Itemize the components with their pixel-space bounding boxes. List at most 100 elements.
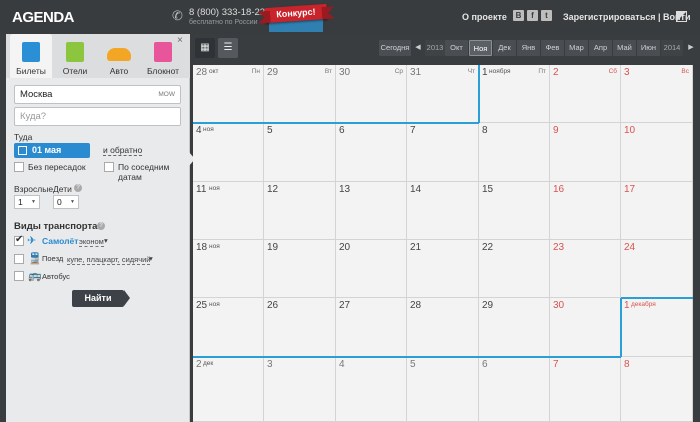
month-boundary [193,356,621,358]
day-cell[interactable]: 20 [336,240,407,298]
day-cell[interactable]: 24 [621,240,693,298]
train-label: Поезд [42,254,64,263]
day-number: 4 [196,125,202,136]
day-cell[interactable]: 16 [550,182,621,240]
day-cell[interactable]: 25 ноя [193,298,264,357]
auth-links[interactable]: Зарегистрироваться | Войти [563,12,690,22]
day-cell[interactable]: 28 окт Пн [193,65,264,123]
month-button[interactable]: Янв [517,40,540,56]
day-cell[interactable]: 2 Сб [550,65,621,123]
month-label: ноя [209,243,220,250]
month-button[interactable]: Фев [541,40,564,56]
day-cell[interactable]: 23 [550,240,621,298]
train-icon: 🚆 [28,253,42,265]
day-cell[interactable]: 3 [264,357,336,422]
tab-cars[interactable]: Авто [98,34,140,78]
logo[interactable]: AGENDA [12,9,75,26]
day-cell[interactable]: 9 [550,123,621,182]
vk-icon[interactable]: В [513,10,524,21]
help-icon[interactable]: ? [97,222,105,230]
weekday-label: Чт [467,68,475,75]
day-cell[interactable]: 29 Вт [264,65,336,123]
chevron-down-icon[interactable]: ▾ [149,254,153,263]
month-button[interactable]: Дек [493,40,516,56]
train-checkbox[interactable] [14,254,24,264]
list-view-icon[interactable]: ☰ [218,38,238,58]
fold-icon[interactable] [676,11,687,22]
month-button[interactable]: Апр [589,40,612,56]
day-cell[interactable]: 27 [336,298,407,357]
day-cell[interactable]: 14 [407,182,479,240]
day-cell[interactable]: 31 Чт [407,65,479,123]
day-cell[interactable]: 5 [407,357,479,422]
month-button[interactable]: Мар [565,40,588,56]
day-cell[interactable]: 30 Ср [336,65,407,123]
to-input[interactable] [20,111,175,122]
chevron-down-icon[interactable]: ▾ [104,236,108,245]
month-label: ноя [209,301,220,308]
children-select[interactable]: 0 [53,195,79,209]
month-button[interactable]: Июн [637,40,660,56]
month-button[interactable]: Май [613,40,636,56]
prev-year-button[interactable]: 2013 [425,40,445,56]
train-classes[interactable]: купе, плацкарт, сидячий [67,255,151,265]
day-cell[interactable]: 10 [621,123,693,182]
day-cell[interactable]: 30 [550,298,621,357]
day-cell[interactable]: 7 [550,357,621,422]
nearby-checkbox[interactable] [104,162,114,172]
from-field[interactable]: Москва MOW [14,85,181,104]
day-cell[interactable]: 4 [336,357,407,422]
tab-tickets[interactable]: Билеты [10,34,52,78]
day-cell[interactable]: 15 [479,182,550,240]
day-cell[interactable]: 11 ноя [193,182,264,240]
day-cell[interactable]: 8 [621,357,693,422]
day-cell[interactable]: 1 декабря [621,298,693,357]
day-cell[interactable]: 6 [479,357,550,422]
day-cell[interactable]: 22 [479,240,550,298]
close-icon[interactable]: × [177,35,183,46]
month-button[interactable]: Ноя [469,40,492,56]
prev-arrow-icon[interactable]: ◀ [413,40,423,56]
next-arrow-icon[interactable]: ▶ [686,40,696,56]
day-cell[interactable]: 2 дек [193,357,264,422]
day-cell[interactable]: 19 [264,240,336,298]
day-cell[interactable]: 26 [264,298,336,357]
tab-hotels[interactable]: Отели [54,34,96,78]
plane-checkbox[interactable] [14,234,24,246]
day-number: 8 [624,359,630,370]
today-button[interactable]: Сегодня [379,40,411,56]
plane-class[interactable]: эконом [79,237,104,247]
day-cell[interactable]: 1 ноября Пт [479,65,550,123]
facebook-icon[interactable]: f [527,10,538,21]
calendar-view-icon[interactable]: ▦ [195,38,215,58]
day-cell[interactable]: 21 [407,240,479,298]
find-button[interactable]: Найти [72,290,130,307]
adults-select[interactable]: 1 [14,195,40,209]
bus-checkbox[interactable] [14,271,24,281]
twitter-icon[interactable]: t [541,10,552,21]
day-cell[interactable]: 3 Вс [621,65,693,123]
direct-checkbox[interactable] [14,162,24,172]
to-field[interactable] [14,107,181,126]
depart-date-button[interactable]: 01 мая [14,143,90,158]
day-cell[interactable]: 7 [407,123,479,182]
day-cell[interactable]: 8 [479,123,550,182]
day-cell[interactable]: 5 [264,123,336,182]
day-cell[interactable]: 18 ноя [193,240,264,298]
day-cell[interactable]: 12 [264,182,336,240]
about-link[interactable]: О проекте [462,12,507,22]
month-button[interactable]: Окт [445,40,468,56]
day-cell[interactable]: 13 [336,182,407,240]
return-link[interactable]: и обратно [103,145,143,156]
weekday-label: Пн [251,68,260,75]
next-year-button[interactable]: 2014 [661,40,683,56]
weekday-label: Вс [681,68,689,75]
help-icon[interactable]: ? [74,184,82,192]
plane-icon: ✈ [27,235,37,247]
day-cell[interactable]: 6 [336,123,407,182]
day-cell[interactable]: 28 [407,298,479,357]
day-cell[interactable]: 17 [621,182,693,240]
day-cell[interactable]: 4 ноя [193,123,264,182]
children-label: Дети [53,184,72,194]
day-cell[interactable]: 29 [479,298,550,357]
